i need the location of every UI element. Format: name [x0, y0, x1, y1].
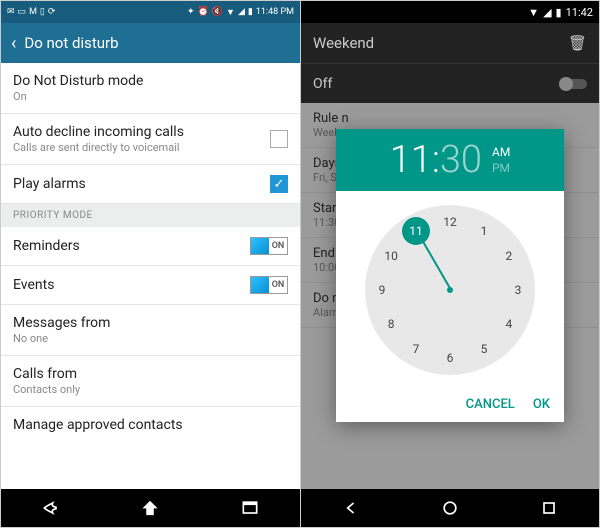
status-time: 11:42 — [566, 6, 593, 19]
pm-toggle[interactable]: PM — [492, 161, 510, 175]
signal-icon: ◢ — [238, 7, 245, 17]
item-label: Do Not Disturb mode — [13, 73, 143, 89]
nav-back-icon[interactable] — [341, 498, 361, 518]
wifi-icon: ▼ — [528, 6, 539, 19]
item-value: On — [13, 90, 143, 103]
dialog-header: 11:30 AM PM — [336, 129, 564, 191]
toolbar-title: Weekend — [313, 34, 374, 52]
clock-hour-2[interactable]: 2 — [498, 245, 520, 267]
nav-recent-icon[interactable] — [240, 498, 260, 518]
nav-back-icon[interactable] — [41, 498, 61, 518]
auto-decline-checkbox[interactable] — [270, 130, 288, 148]
gmail-icon: M — [29, 7, 37, 17]
clock-hour-10[interactable]: 10 — [380, 245, 402, 267]
time-display[interactable]: 11:30 — [390, 138, 482, 182]
settings-list[interactable]: Do Not Disturb mode On Auto decline inco… — [1, 63, 300, 489]
clock-hour-9[interactable]: 9 — [371, 279, 393, 301]
play-alarms-item[interactable]: Play alarms ✓ — [1, 165, 300, 204]
nav-bar — [1, 489, 300, 527]
battery-icon: ▮ — [248, 7, 253, 17]
clock-hour-7[interactable]: 7 — [405, 338, 427, 360]
signal-icon: ◢ — [543, 6, 551, 19]
reminders-toggle[interactable]: ON — [250, 237, 288, 255]
section-header: PRIORITY MODE — [1, 204, 300, 227]
calls-from-item[interactable]: Calls from Contacts only — [1, 356, 300, 407]
am-toggle[interactable]: AM — [492, 145, 510, 159]
off-switch[interactable] — [561, 79, 587, 89]
item-label: Events — [13, 277, 54, 293]
clock-hour-12[interactable]: 12 — [439, 211, 461, 233]
nav-home-icon[interactable] — [440, 498, 460, 518]
clock-hour-3[interactable]: 3 — [507, 279, 529, 301]
toolbar: Weekend 🗑 — [301, 23, 599, 63]
item-value: No one — [13, 332, 110, 345]
item-label: Reminders — [13, 238, 80, 254]
status-bar: ✉ ▭ M ▯ ⟳ ✦ ⏰ 🔇 ▼ ◢ ▮ 11:48 PM — [1, 1, 300, 23]
clock-hour-4[interactable]: 4 — [498, 313, 520, 335]
item-label: Play alarms — [13, 176, 86, 192]
item-label: Manage approved contacts — [13, 417, 183, 433]
mute-icon: 🔇 — [212, 7, 223, 17]
item-label: Auto decline incoming calls — [13, 124, 184, 140]
item-label: Calls from — [13, 366, 80, 382]
gps-icon: ✦ — [187, 7, 195, 17]
time-picker-dialog: 11:30 AM PM 12345678910111211 CANCEL OK — [336, 129, 564, 422]
status-icons-left: ✉ ▭ M ▯ ⟳ — [7, 7, 55, 17]
cancel-button[interactable]: CANCEL — [466, 397, 515, 412]
minute[interactable]: 30 — [440, 138, 482, 182]
sync-icon: ⟳ — [48, 7, 56, 17]
off-row[interactable]: Off — [301, 63, 599, 103]
reminders-item[interactable]: Reminders ON — [1, 227, 300, 266]
mail-icon: ✉ — [7, 7, 15, 17]
off-label: Off — [313, 76, 332, 92]
play-alarms-checkbox[interactable]: ✓ — [270, 175, 288, 193]
item-value: Contacts only — [13, 383, 80, 396]
alarm-icon: ⏰ — [198, 7, 209, 17]
clock-selected-hour[interactable]: 11 — [402, 217, 430, 245]
events-item[interactable]: Events ON — [1, 266, 300, 305]
status-time: 11:48 PM — [256, 7, 294, 17]
manage-contacts-item[interactable]: Manage approved contacts — [1, 407, 300, 443]
auto-decline-item[interactable]: Auto decline incoming calls Calls are se… — [1, 114, 300, 165]
page-title: Do not disturb — [24, 34, 118, 52]
dnd-mode-item[interactable]: Do Not Disturb mode On — [1, 63, 300, 114]
delete-icon[interactable]: 🗑 — [568, 34, 587, 52]
wifi-icon: ▼ — [226, 7, 235, 18]
clock-hour-1[interactable]: 1 — [473, 220, 495, 242]
status-bar: ▼ ◢ ▮ 11:42 — [301, 1, 599, 23]
ok-button[interactable]: OK — [533, 397, 550, 412]
app-bar: ‹ Do not disturb — [1, 23, 300, 63]
status-icons-right: ✦ ⏰ 🔇 ▼ ◢ ▮ 11:48 PM — [187, 7, 294, 18]
clock-hour-6[interactable]: 6 — [439, 347, 461, 369]
chat-icon: ▭ — [18, 7, 27, 17]
back-icon[interactable]: ‹ — [11, 33, 16, 54]
clock-face[interactable]: 12345678910111211 — [365, 205, 535, 375]
clock-hour-8[interactable]: 8 — [380, 313, 402, 335]
nav-home-icon[interactable] — [140, 498, 160, 518]
hour[interactable]: 11 — [390, 138, 432, 182]
item-label: Messages from — [13, 315, 110, 331]
events-toggle[interactable]: ON — [250, 276, 288, 294]
battery-icon: ▮ — [556, 6, 562, 19]
item-value: Calls are sent directly to voicemail — [13, 141, 184, 154]
nav-recent-icon[interactable] — [539, 498, 559, 518]
messages-from-item[interactable]: Messages from No one — [1, 305, 300, 356]
sim-icon: ▯ — [40, 7, 45, 17]
clock-hour-5[interactable]: 5 — [473, 338, 495, 360]
nav-bar — [301, 489, 599, 527]
